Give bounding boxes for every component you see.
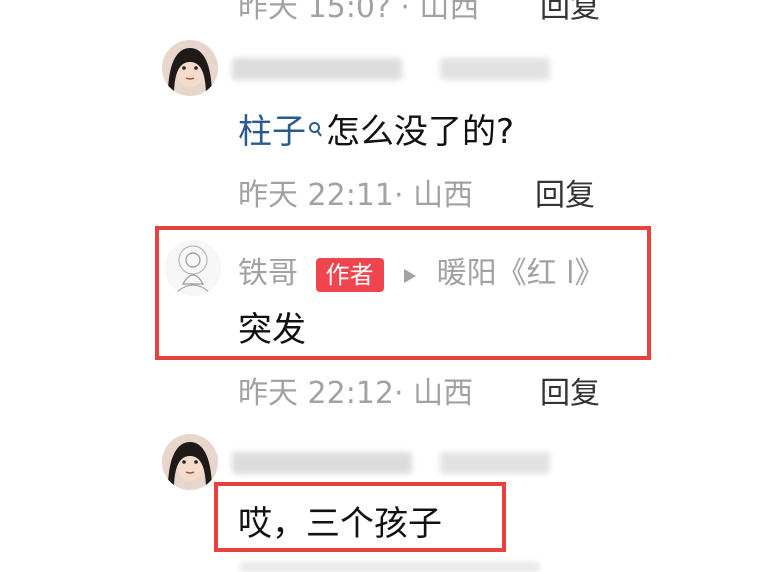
reply-label: 回复 (540, 376, 600, 411)
avatar-image (162, 434, 218, 490)
comment-meta: 昨天 22:11· 山西 (238, 170, 473, 214)
reply-to-name[interactable]: 暖阳《红 l》 (437, 256, 605, 291)
comment-body: 哎，三个孩子 (238, 496, 442, 545)
comment-text: 哎，三个孩子 (238, 504, 442, 544)
reply-button[interactable]: 回复 (540, 368, 600, 412)
search-icon[interactable] (308, 108, 324, 148)
avatar[interactable] (162, 40, 218, 96)
reply-label: 回复 (535, 178, 595, 213)
comment-body: 突发 (238, 302, 306, 351)
comment-meta-top: 昨天 15:0? · 山西 (238, 0, 479, 26)
comment-time-location: 昨天 15:0? · 山西 (238, 0, 480, 25)
mention-link[interactable]: 柱子 (238, 112, 306, 152)
reply-button[interactable]: 回复 (535, 170, 595, 214)
reply-button[interactable]: 回复 (540, 0, 600, 26)
author-badge: 作者 (315, 257, 384, 292)
highlight-box (155, 226, 651, 360)
comment-header: 铁哥 作者 暖阳《红 l》 (238, 248, 605, 292)
play-arrow-icon (403, 257, 417, 292)
comment-text: 怎么没了的? (326, 112, 515, 152)
comment-body: 柱子 怎么没了的? (238, 104, 514, 153)
avatar-image (162, 40, 218, 96)
comment-meta: 昨天 22:12· 山西 (238, 368, 473, 412)
comment-text: 突发 (238, 310, 306, 350)
comment-time-location: 昨天 22:11· 山西 (238, 178, 474, 213)
comment-time-location: 昨天 22:12· 山西 (238, 376, 474, 411)
avatar[interactable] (162, 434, 218, 490)
avatar[interactable] (165, 240, 221, 296)
author-name[interactable]: 铁哥 (238, 256, 298, 291)
reply-label: 回复 (540, 0, 600, 25)
buddha-avatar-image (165, 240, 221, 296)
